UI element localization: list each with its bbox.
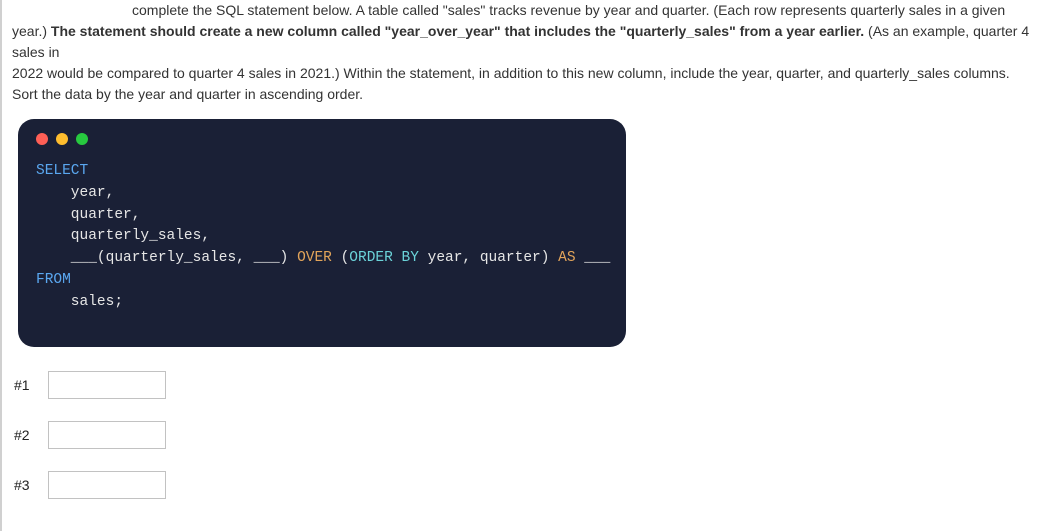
question-line-2: year.) The statement should create a new… [12,21,1047,63]
question-line-3: 2022 would be compared to quarter 4 sale… [12,63,1047,84]
code-col1: year, [36,185,114,201]
code-func-open: (quarterly_sales, [97,250,254,266]
maximize-icon [76,133,88,145]
code-block: SELECT year, quarter, quarterly_sales, _… [18,151,626,347]
code-blank3: ___ [576,250,611,266]
answer-label-3: #3 [14,477,38,493]
code-col2: quarter, [36,207,140,223]
code-paren-open: ( [332,250,349,266]
code-blank1: ___ [36,250,97,266]
question-line-4: Sort the data by the year and quarter in… [12,84,1047,105]
kw-as: AS [558,250,575,266]
kw-from: FROM [36,272,71,288]
kw-over: OVER [297,250,332,266]
answer-row-1: #1 [12,371,1047,399]
answer-label-1: #1 [14,377,38,393]
close-icon [36,133,48,145]
code-order-cols: year, quarter) [419,250,558,266]
answer-input-3[interactable] [48,471,166,499]
kw-select: SELECT [36,163,88,179]
question-line-2-bold: The statement should create a new column… [51,23,864,39]
answer-row-3: #3 [12,471,1047,499]
answer-row-2: #2 [12,421,1047,449]
code-func-close: ) [280,250,297,266]
question-container: complete the SQL statement below. A tabl… [2,0,1057,499]
code-col3: quarterly_sales, [36,228,210,244]
question-line-2-pre: year.) [12,23,47,39]
code-blank2: ___ [254,250,280,266]
minimize-icon [56,133,68,145]
answer-input-1[interactable] [48,371,166,399]
answer-label-2: #2 [14,427,38,443]
question-line-1: complete the SQL statement below. A tabl… [12,0,1047,21]
code-titlebar [18,119,626,151]
answer-rows: #1 #2 #3 [12,365,1047,499]
question-text: complete the SQL statement below. A tabl… [12,0,1047,105]
kw-orderby: ORDER BY [349,250,419,266]
code-window: SELECT year, quarter, quarterly_sales, _… [18,119,626,347]
answer-input-2[interactable] [48,421,166,449]
code-table: sales; [36,294,123,310]
